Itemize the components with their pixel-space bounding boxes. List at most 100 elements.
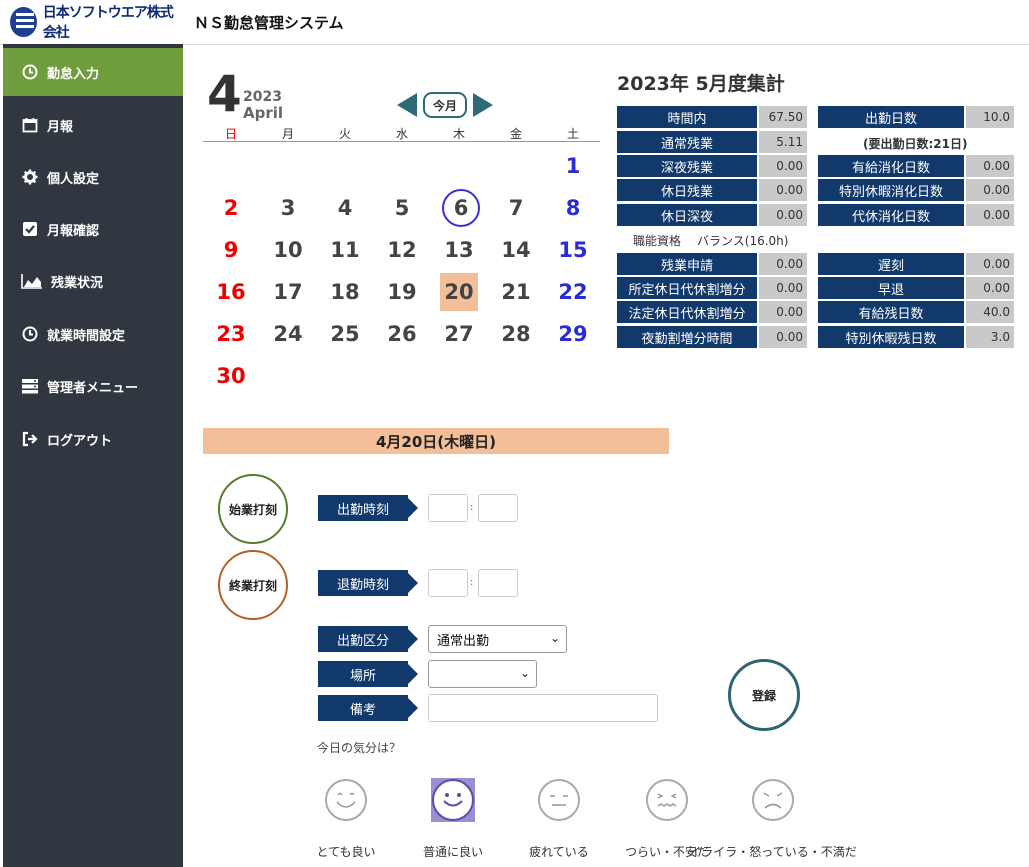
calendar-day[interactable]: 24	[269, 315, 307, 353]
start-time-label: 出勤時刻	[318, 495, 418, 521]
summary-value: 0.00	[759, 253, 807, 275]
calendar-day[interactable]: 2	[212, 189, 250, 227]
place-label: 場所	[318, 661, 418, 687]
logo-text: 日本ソフトウエア株式会社	[42, 5, 174, 41]
summary-label: 夜勤割増分時間	[617, 326, 757, 348]
calendar-day[interactable]: 26	[383, 315, 421, 353]
anxious-face-icon[interactable]	[645, 778, 689, 822]
summary-value: 40.0	[966, 301, 1014, 323]
category-label: 出勤区分	[318, 626, 418, 652]
sidebar-item-label: 管理者メニュー	[47, 380, 139, 396]
company-logo[interactable]: 日本ソフトウエア株式会社	[10, 5, 182, 41]
main-content: 4 2023 April 今月 日月火水木金土 1 2 3 4 5 6 7 8 9 10 11 12 1…	[183, 45, 1029, 867]
current-month-button[interactable]: 今月	[423, 92, 467, 118]
summary-value: 67.50	[759, 106, 807, 128]
calendar-day[interactable]: 30	[212, 357, 250, 395]
sidebar-item-attendance-entry[interactable]: 勤怠入力	[3, 48, 183, 96]
calendar-day[interactable]: 17	[269, 273, 307, 311]
summary-label: 休日残業	[617, 179, 757, 201]
summary-value: 0.00	[966, 253, 1014, 275]
summary-label: 休日深夜	[617, 204, 757, 226]
chevron-down-icon: ⌄	[549, 631, 560, 645]
start-minute-input[interactable]	[478, 494, 518, 522]
calendar-day[interactable]: 11	[326, 231, 364, 269]
weekday-label: 水	[395, 127, 408, 141]
note-label: 備考	[318, 695, 418, 721]
previous-month-icon[interactable]	[397, 93, 417, 117]
calendar-day[interactable]: 20	[440, 273, 478, 311]
calendar-day[interactable]: 22	[554, 273, 592, 311]
sidebar-item-personal-settings[interactable]: 個人設定	[3, 153, 183, 201]
tired-face-icon[interactable]	[537, 778, 581, 822]
start-stamp-button[interactable]: 始業打刻	[218, 474, 288, 544]
sidebar-item-label: 月報	[47, 119, 74, 135]
sidebar-item-admin-menu[interactable]: 管理者メニュー	[3, 362, 183, 410]
sidebar-item-logout[interactable]: ログアウト	[3, 415, 183, 463]
register-button[interactable]: 登録	[728, 659, 800, 731]
note-input[interactable]	[428, 694, 658, 722]
calendar-day[interactable]: 28	[497, 315, 535, 353]
gear-icon	[21, 168, 39, 186]
calendar-day[interactable]: 1	[554, 147, 592, 185]
end-stamp-button[interactable]: 終業打刻	[218, 550, 288, 620]
time-separator: :	[470, 577, 474, 588]
summary-value: 0.00	[966, 277, 1014, 299]
sidebar-item-label: 月報確認	[47, 223, 100, 239]
summary-value: 5.11	[759, 131, 807, 153]
calendar-day[interactable]: 15	[554, 231, 592, 269]
calendar-day[interactable]: 29	[554, 315, 592, 353]
summary-label: 通常残業	[617, 131, 757, 153]
sidebar-item-work-hours-settings[interactable]: 就業時間設定	[3, 310, 183, 358]
calendar-day[interactable]: 14	[497, 231, 535, 269]
start-hour-input[interactable]	[428, 494, 468, 522]
summary-value: 3.0	[966, 326, 1014, 348]
summary-label: 特別休暇消化日数	[818, 179, 964, 201]
calendar-day[interactable]: 8	[554, 189, 592, 227]
summary-label: 深夜残業	[617, 155, 757, 177]
calendar-icon	[21, 116, 39, 134]
good-face-icon[interactable]	[431, 778, 475, 822]
weekday-label: 金	[509, 127, 522, 141]
time-separator: :	[470, 502, 474, 513]
summary-value: 0.00	[759, 301, 807, 323]
calendar-day[interactable]: 7	[497, 189, 535, 227]
calendar-nav: 今月	[397, 92, 493, 118]
summary-value: 0.00	[966, 204, 1014, 226]
calendar-day[interactable]: 10	[269, 231, 307, 269]
calendar-day[interactable]: 27	[440, 315, 478, 353]
end-hour-input[interactable]	[428, 569, 468, 597]
weekday-label: 土	[566, 127, 579, 141]
calendar-day[interactable]: 16	[212, 273, 250, 311]
calendar-day[interactable]: 21	[497, 273, 535, 311]
summary-label: 特別休暇残日数	[818, 326, 964, 348]
sidebar-item-report-check[interactable]: 月報確認	[3, 205, 183, 253]
clock-icon	[21, 325, 39, 343]
sidebar-item-overtime-status[interactable]: 残業状況	[3, 257, 183, 305]
area-chart-icon	[21, 272, 43, 290]
calendar-day[interactable]: 9	[212, 231, 250, 269]
calendar-day[interactable]: 5	[383, 189, 421, 227]
next-month-icon[interactable]	[473, 93, 493, 117]
calendar-day[interactable]: 12	[383, 231, 421, 269]
summary-value: 0.00	[759, 155, 807, 177]
calendar-day[interactable]: 19	[383, 273, 421, 311]
place-select[interactable]: ⌄	[428, 660, 537, 688]
header: 日本ソフトウエア株式会社 ＮＳ勤怠管理システム	[0, 0, 1029, 45]
calendar-day[interactable]: 23	[212, 315, 250, 353]
sidebar-item-label: 残業状況	[51, 275, 104, 291]
calendar-day[interactable]: 3	[269, 189, 307, 227]
calendar-day[interactable]: 4	[326, 189, 364, 227]
calendar-day[interactable]: 25	[326, 315, 364, 353]
sidebar-item-label: 就業時間設定	[47, 328, 126, 344]
very-good-face-icon[interactable]	[324, 778, 368, 822]
selected-date-title: 4月20日(木曜日)	[203, 428, 669, 454]
logout-icon	[21, 430, 39, 448]
sidebar-item-monthly-report[interactable]: 月報	[3, 101, 183, 149]
weekday-label: 月	[281, 127, 294, 141]
calendar-day[interactable]: 13	[440, 231, 478, 269]
end-minute-input[interactable]	[478, 569, 518, 597]
category-select[interactable]: 通常出勤 ⌄	[428, 625, 567, 653]
calendar-day[interactable]: 18	[326, 273, 364, 311]
angry-face-icon[interactable]	[751, 778, 795, 822]
calendar-day[interactable]: 6	[442, 189, 480, 227]
